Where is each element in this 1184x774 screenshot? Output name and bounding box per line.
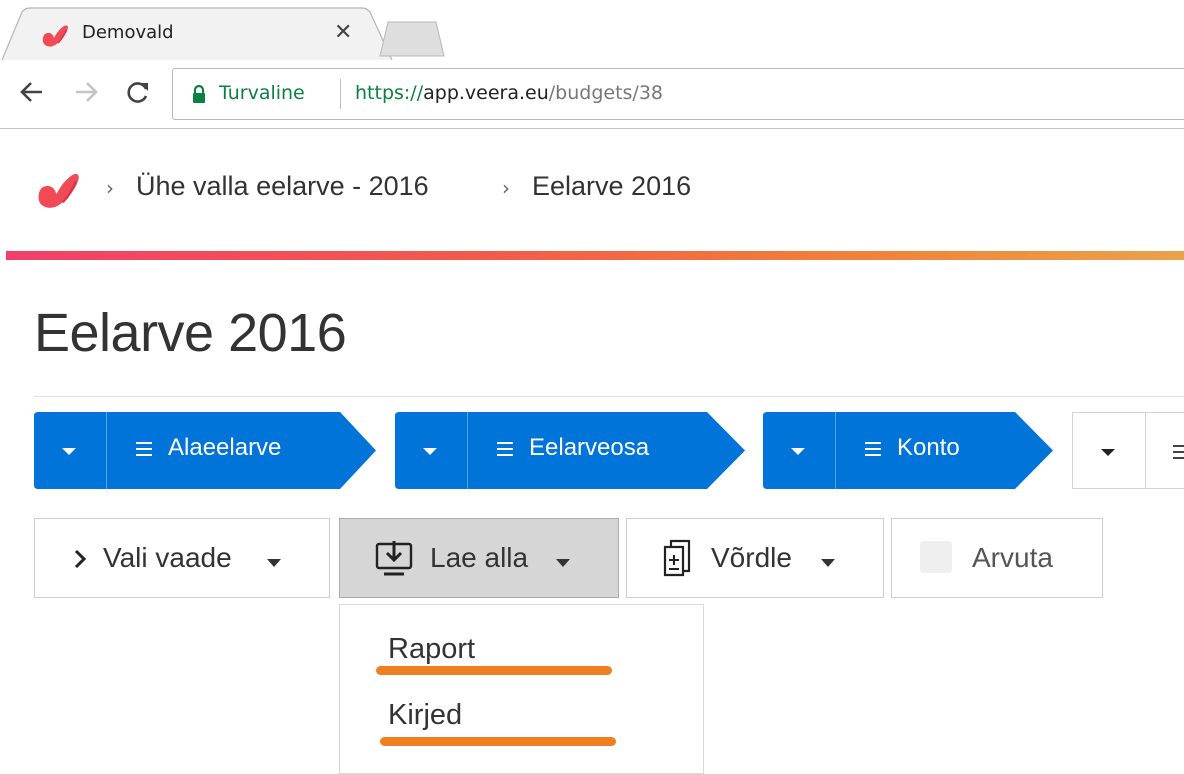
dimension-label: Alaeelarve [168,434,282,461]
download-label: Lae alla [430,542,529,573]
download-button[interactable]: Lae alla [339,518,619,598]
chevron-down-icon[interactable] [1101,449,1115,456]
breadcrumb-item-budget-project[interactable]: Ühe valla eelarve - 2016 [136,171,429,202]
url-protocol: https:// [355,82,424,104]
back-arrow-icon[interactable] [18,78,46,106]
dimension-add[interactable] [1072,412,1184,489]
dimension-label: Eelarveosa [529,434,650,461]
reload-icon[interactable] [124,78,152,106]
page-title: Eelarve 2016 [34,303,347,363]
forward-arrow-icon[interactable] [72,78,100,106]
dimension-konto[interactable]: Konto [763,412,1053,489]
dimension-divider [106,412,107,489]
calculate-button[interactable]: Arvuta [891,518,1103,598]
calculate-label: Arvuta [972,542,1053,573]
browser-tabstrip: Demovald ✕ [0,0,1184,61]
address-bar[interactable]: Turvaline https://app.veera.eu/budgets/3… [172,68,1184,120]
veera-logo-icon [38,173,79,208]
dimension-divider [467,412,468,489]
dimension-alaeelarve[interactable]: Alaeelarve [34,412,376,489]
download-icon [374,541,414,582]
url-path: /budgets/38 [548,82,664,104]
caret-down-icon [556,559,570,567]
title-divider [34,396,1184,397]
tab-close-icon[interactable]: ✕ [334,20,352,46]
address-separator [340,79,341,109]
veera-logo-icon [40,24,70,52]
select-view-button[interactable]: Vali vaade [34,518,330,598]
chevron-right-icon [73,549,87,574]
url-host: app.veera.eu [423,82,549,104]
caret-down-icon [267,559,281,567]
app-logo[interactable] [34,170,82,216]
menu-item-raport[interactable]: Raport [388,633,475,666]
chevron-down-icon[interactable] [423,448,437,455]
chevron-down-icon[interactable] [791,448,805,455]
caret-down-icon [821,559,835,567]
breadcrumb-item-budget[interactable]: Eelarve 2016 [532,171,691,202]
menu-lines-icon [1171,443,1184,465]
browser-toolbar: Turvaline https://app.veera.eu/budgets/3… [0,60,1184,129]
compare-button[interactable]: Võrdle [626,518,884,598]
highlight-underline [376,666,612,675]
breadcrumb-separator: › [502,176,510,200]
compare-label: Võrdle [711,542,792,573]
compare-document-icon [663,539,691,582]
url-text: https://app.veera.eu/budgets/38 [355,82,663,104]
new-tab-button[interactable] [378,18,448,60]
chevron-down-icon[interactable] [62,448,76,455]
dimension-eelarveosa[interactable]: Eelarveosa [395,412,745,489]
dimension-divider [835,412,836,489]
menu-item-kirjed[interactable]: Kirjed [388,699,462,732]
highlight-underline [380,737,616,746]
calculate-checkbox[interactable] [920,541,952,573]
dimension-label: Konto [897,434,960,461]
dimension-divider [1145,413,1146,488]
download-dropdown-menu: Raport Kirjed [339,604,704,774]
breadcrumb-separator: › [106,176,114,200]
header-accent-bar [6,251,1184,260]
lock-icon [191,84,207,108]
security-label: Turvaline [219,82,305,104]
tab-title: Demovald [82,22,174,43]
select-view-label: Vali vaade [103,542,232,573]
browser-tab[interactable]: Demovald ✕ [22,12,372,60]
